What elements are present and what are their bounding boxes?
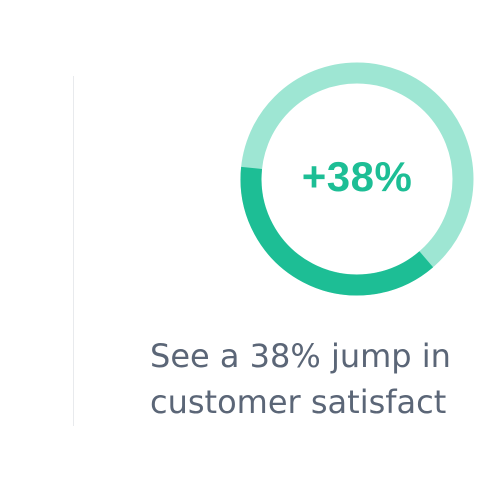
stat-card: +38% See a 38% jump in customer satisfac… [0, 0, 490, 490]
caption-line-2: customer satisfact [150, 383, 447, 421]
stat-caption: See a 38% jump in customer satisfact [150, 333, 451, 425]
progress-ring: +38% [240, 62, 474, 296]
stat-value: +38% [301, 153, 413, 200]
caption-line-1: See a 38% jump in [150, 337, 451, 375]
vertical-divider [73, 76, 74, 426]
